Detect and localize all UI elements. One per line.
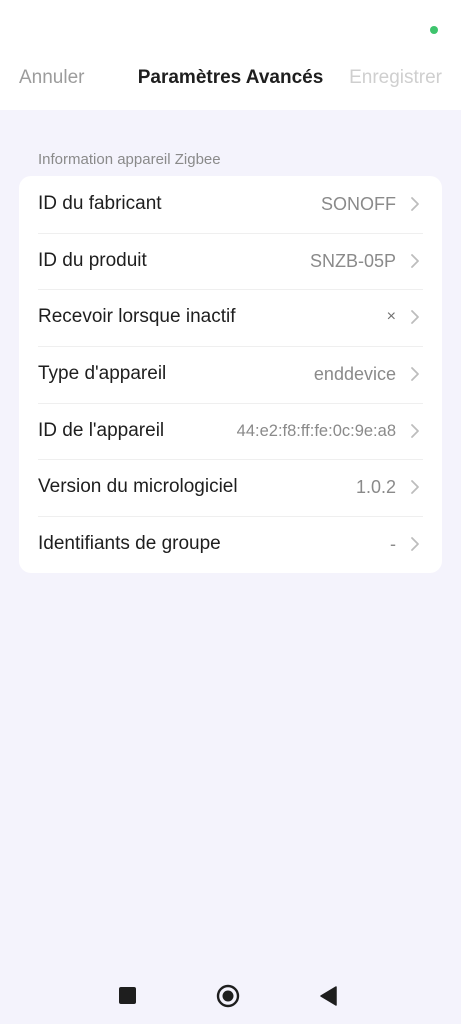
- row-label: Type d'appareil: [38, 363, 167, 385]
- square-icon[interactable]: [119, 987, 136, 1004]
- row-label: ID de l'appareil: [38, 419, 165, 441]
- chevron-right-icon: [411, 310, 419, 325]
- row-label: Recevoir lorsque inactif: [38, 306, 236, 328]
- row-value: enddevice: [313, 364, 396, 385]
- row-value: 1.0.2: [355, 477, 396, 498]
- save-button[interactable]: Enregistrer: [349, 67, 442, 89]
- row-receive-when-idle[interactable]: Recevoir lorsque inactif ×: [19, 289, 442, 346]
- row-group-ids[interactable]: Identifiants de groupe -: [19, 516, 442, 573]
- row-device-id[interactable]: ID de l'appareil 44:e2:f8:ff:fe:0c:9e:a8: [19, 402, 442, 460]
- status-bar: [0, 0, 461, 60]
- circle-icon[interactable]: [216, 984, 240, 1008]
- chevron-right-icon: [411, 423, 419, 438]
- row-label: Identifiants de groupe: [38, 533, 221, 555]
- system-nav-bar: [0, 960, 461, 1024]
- row-value: SONOFF: [321, 194, 396, 214]
- row-manufacturer-id[interactable]: ID du fabricant SONOFF: [19, 176, 442, 233]
- chevron-right-icon: [411, 480, 419, 495]
- row-value: SNZB-05P: [309, 250, 396, 271]
- row-label: ID du fabricant: [38, 193, 162, 214]
- triangle-back-icon[interactable]: [320, 986, 338, 1006]
- row-value: -: [390, 534, 396, 555]
- chevron-right-icon: [411, 197, 419, 211]
- row-product-id[interactable]: ID du produit SNZB-05P: [19, 232, 442, 290]
- chevron-right-icon: [411, 253, 419, 268]
- status-indicator-dot: [430, 26, 438, 34]
- zigbee-info-card: ID du fabricant SONOFF ID du produit SNZ…: [19, 176, 442, 573]
- top-header: Annuler Paramètres Avancés Enregistrer: [0, 60, 461, 110]
- disabled-cross-icon: ×: [386, 308, 396, 326]
- row-firmware-version[interactable]: Version du micrologiciel 1.0.2: [19, 459, 442, 516]
- chevron-right-icon: [411, 537, 419, 552]
- section-label: Information appareil Zigbee: [38, 151, 221, 168]
- row-label: Version du micrologiciel: [38, 476, 238, 498]
- row-label: ID du produit: [38, 249, 147, 271]
- row-value: 44:e2:f8:ff:fe:0c:9e:a8: [236, 421, 396, 440]
- row-device-type[interactable]: Type d'appareil enddevice: [19, 346, 442, 403]
- chevron-right-icon: [411, 367, 419, 381]
